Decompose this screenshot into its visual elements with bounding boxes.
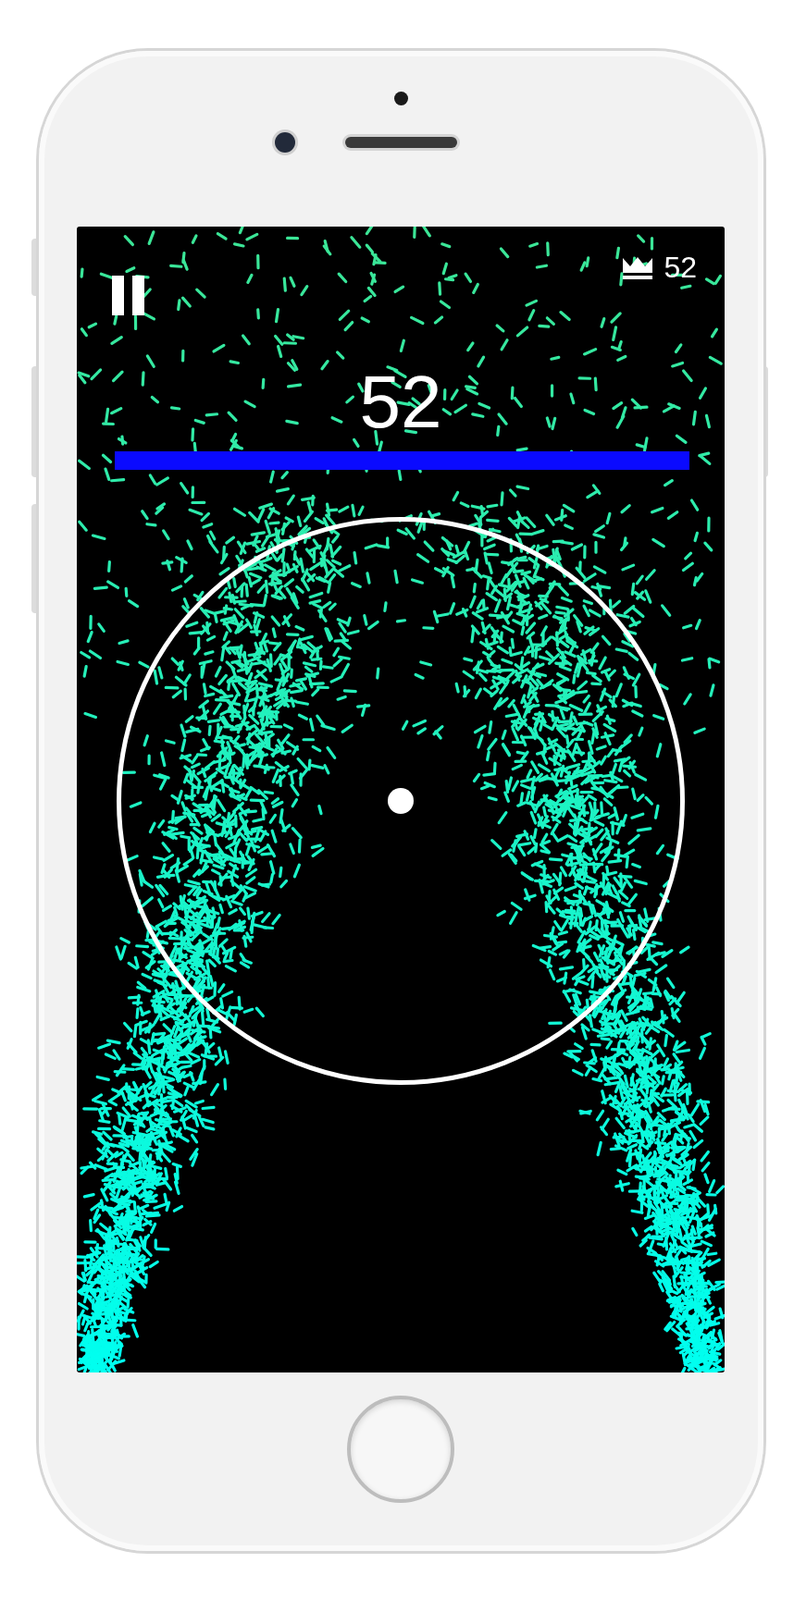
camera-icon [274, 132, 296, 153]
page: 52 52 [0, 0, 794, 1600]
best-score: 52 [620, 248, 697, 286]
speaker-grille [345, 136, 458, 149]
sensor-dot [394, 91, 409, 106]
blue-barrier [114, 451, 690, 471]
pause-icon[interactable] [111, 275, 145, 316]
score-value: 52 [359, 361, 443, 444]
crown-icon [620, 254, 655, 281]
best-value: 52 [663, 249, 697, 286]
phone-frame: 52 52 [38, 50, 764, 1552]
player-dot[interactable] [387, 788, 414, 815]
game-screen[interactable]: 52 52 [76, 226, 725, 1374]
hud: 52 52 [76, 226, 725, 444]
home-button[interactable] [347, 1396, 455, 1504]
